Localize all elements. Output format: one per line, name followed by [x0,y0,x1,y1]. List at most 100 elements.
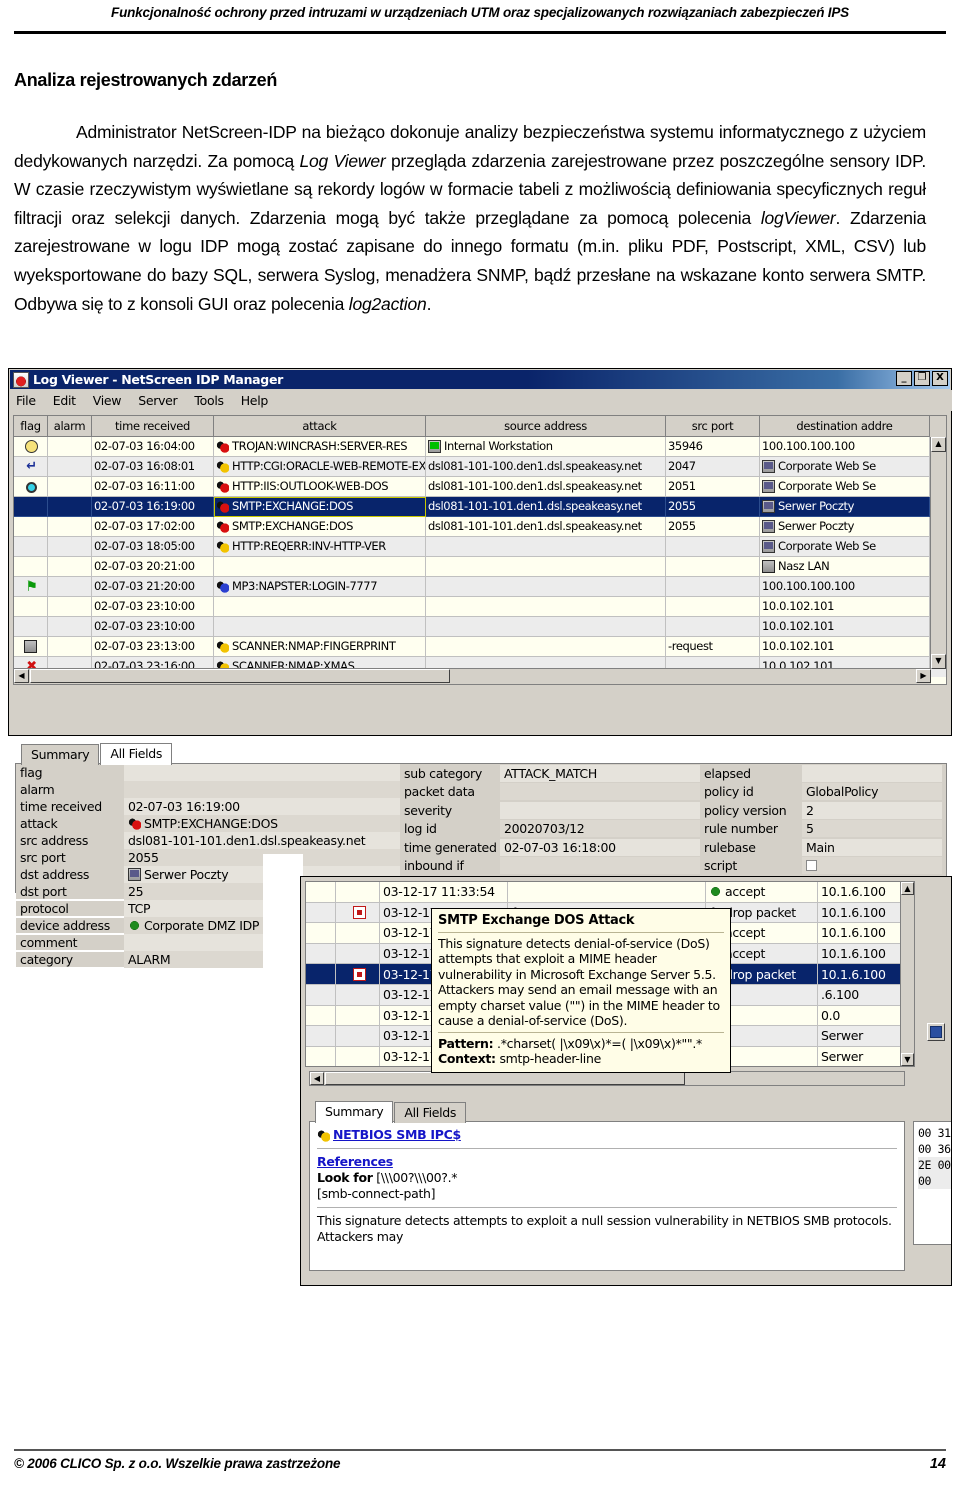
detail-value: 5 [802,820,942,838]
cell-time: 02-07-03 20:21:00 [92,557,214,577]
detail-label: policy version [700,802,802,818]
column-header-alarm[interactable]: alarm [48,416,92,437]
menu-tools[interactable]: Tools [194,393,224,408]
bug-yellow-icon [216,540,229,553]
column-header-attack[interactable]: attack [214,416,426,437]
lookfor-value: [\\\00?\\\00?.* [376,1170,458,1185]
cell-attack [214,597,426,617]
detail-row: flag [16,764,400,781]
bug-red-icon [216,520,229,533]
tooltip-body: This signature detects denial-of-service… [438,935,720,1029]
secondary-horizontal-scrollbar[interactable]: ◀ [309,1071,905,1086]
table-horizontal-scrollbar[interactable]: ◀ ▶ [14,668,931,684]
detail-row: elapsed [700,764,942,783]
tab-summary[interactable]: Summary [21,744,100,765]
cell2-ip: 10.1.6.100 [818,923,904,944]
maximize-button[interactable]: ❐ [914,371,930,386]
tab2-all-fields[interactable]: All Fields [394,1102,467,1123]
footer-rule [14,1449,946,1451]
hscroll-thumb[interactable] [30,669,450,683]
secondary-hscroll-thumb[interactable] [325,1072,685,1085]
scroll-left-icon[interactable]: ◀ [14,669,29,683]
cell2-flag [306,943,336,965]
table-row[interactable]: ⚑ 02-07-03 21:20:00 MP3:NAPSTER:LOGIN-7777… [14,577,946,597]
table-row[interactable]: 02-07-03 18:05:00 HTTP:REQERR:INV-HTTP-VE… [14,537,946,557]
scroll-up-icon[interactable]: ▲ [931,437,946,452]
detail-value: SMTP:EXCHANGE:DOS [124,815,400,832]
cell-alarm [48,517,92,537]
cell-flag: ⚑ [14,577,48,597]
detail-value [124,764,400,781]
references-link[interactable]: References [317,1154,897,1170]
secondary-scroll-down-icon[interactable]: ▼ [901,1053,914,1066]
bug-red-icon [216,500,229,513]
scroll-down-icon[interactable]: ▼ [931,654,946,669]
secondary-scroll-left-icon[interactable]: ◀ [310,1072,324,1085]
cell-destination: Corporate Web Se [760,537,930,557]
cell-flag [14,557,48,577]
menu-server[interactable]: Server [138,393,178,408]
table-row[interactable]: 02-07-03 16:19:00 SMTP:EXCHANGE:DOS dsl081… [14,497,946,517]
table-row[interactable]: ↵ 02-07-03 16:08:01 HTTP:CGI:ORACLE-WEB-RE… [14,457,946,477]
attack-name-link[interactable]: NETBIOS SMB IPC$ [333,1127,461,1143]
cell-attack: HTTP:REQERR:INV-HTTP-VER [214,537,426,557]
cell2-flag [306,984,336,1006]
table-row[interactable]: 02-07-03 23:13:00 SCANNER:NMAP:FINGERPRIN… [14,637,946,657]
secondary-table-row[interactable]: 03-12-17 11:33:54 accept 10.1.6.100 [306,882,904,903]
detail-value: GlobalPolicy [802,783,942,801]
cell-destination: Corporate Web Se [760,477,930,497]
page-footer: © 2006 CLICO Sp. z o.o. Wszelkie prawa z… [0,1429,960,1489]
menu-bar: File Edit View Server Tools Help [10,390,952,411]
table-row[interactable]: 02-07-03 16:04:00 TROJAN:WINCRASH:SERVER-… [14,437,946,457]
script-checkbox[interactable] [806,860,817,872]
table-row[interactable]: 02-07-03 23:10:00 10.0.102.101 [14,617,946,637]
cell-attack: TROJAN:WINCRASH:SERVER-RES [214,437,426,457]
close-button[interactable]: X [932,371,948,386]
server-icon [128,868,141,881]
menu-edit[interactable]: Edit [53,393,76,408]
detail-value [500,801,700,819]
detail-value: 20020703/12 [500,820,700,838]
scroll-right-icon[interactable]: ▶ [916,669,931,683]
secondary-vertical-scrollbar[interactable]: ▲ ▼ [900,881,915,1067]
cell-attack: SCANNER:NMAP:FINGERPRINT [214,637,426,657]
cell-time: 02-07-03 23:10:00 [92,597,214,617]
table-row[interactable]: 02-07-03 23:10:00 10.0.102.101 [14,597,946,617]
tab2-summary[interactable]: Summary [315,1101,394,1123]
cell2-alarm [336,1026,380,1047]
tab-all-fields[interactable]: All Fields [100,743,173,765]
column-header-flag[interactable]: flag [14,416,48,437]
cell-srcport: 35946 [666,437,760,457]
hex-row: 00 [918,1173,951,1189]
detail-value [802,857,942,875]
column-header-srcport[interactable]: src port [666,416,760,437]
secondary-scroll-up-icon[interactable]: ▲ [901,882,914,895]
cell-time: 02-07-03 18:05:00 [92,537,214,557]
cell2-action: accept [706,882,818,903]
menu-file[interactable]: File [16,393,36,408]
lookfor-row: Look for [\\\00?\\\00?.* [317,1170,897,1186]
cell-flag [14,637,48,657]
cell2-ip: 10.1.6.100 [818,964,904,985]
menu-view[interactable]: View [93,393,122,408]
cell-time: 02-07-03 23:10:00 [92,617,214,637]
table-body: 02-07-03 16:04:00 TROJAN:WINCRASH:SERVER-… [14,437,946,684]
detail-label: severity [400,802,500,818]
cell-flag [14,517,48,537]
table-row[interactable]: 02-07-03 17:02:00 SMTP:EXCHANGE:DOS dsl081… [14,517,946,537]
menu-help[interactable]: Help [241,393,269,408]
column-header-source[interactable]: source address [426,416,666,437]
minimize-button[interactable]: _ [896,371,912,386]
table-vertical-scrollbar[interactable]: ▲ ▼ [930,437,946,669]
detail-value: 2 [802,801,942,819]
column-header-time[interactable]: time received [92,416,214,437]
detail-row: time generated 02-07-03 16:18:00 [400,838,700,857]
green-flag-icon: ⚑ [25,578,38,595]
column-header-destination[interactable]: destination addre [760,416,930,437]
table-row[interactable]: 02-07-03 16:11:00 HTTP:IIS:OUTLOOK-WEB-DO… [14,477,946,497]
packet-view-button[interactable] [927,1023,945,1041]
detail-row: policy version 2 [700,801,942,820]
detail-label: sub category [400,765,500,781]
table-row[interactable]: 02-07-03 20:21:00 Nasz LAN [14,557,946,577]
detail-label: policy id [700,784,802,800]
